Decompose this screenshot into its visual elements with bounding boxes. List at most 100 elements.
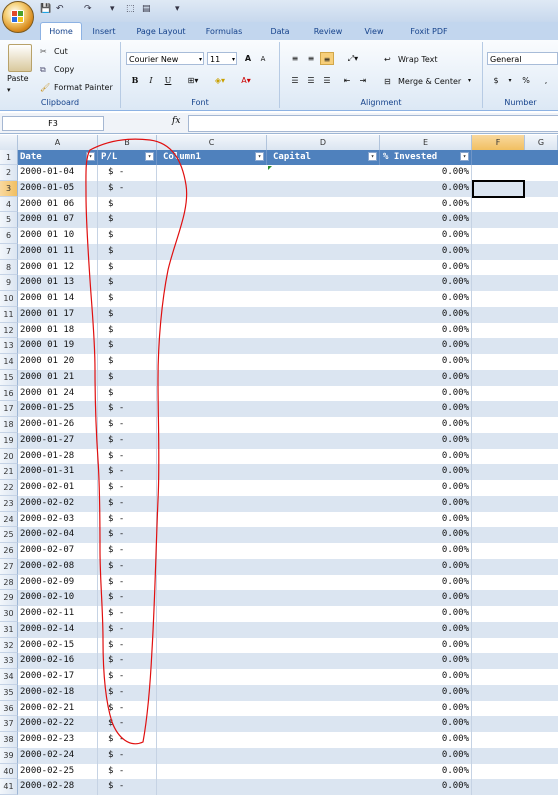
align-right-icon[interactable]: ☰ [320,74,334,87]
row-header[interactable]: 10 [0,291,18,307]
cell-date[interactable]: 2000 01 19 [18,338,98,354]
cell-pl[interactable]: $ - [98,401,157,417]
cell-date[interactable]: 2000-02-08 [18,558,98,575]
cell-pl[interactable]: $ - [98,779,157,795]
cell-invested[interactable]: 0.00% [380,747,472,764]
cell-pl[interactable]: $ - [98,590,157,606]
increase-indent-icon[interactable]: ⇥ [356,74,370,87]
cell-invested[interactable]: 0.00% [380,621,472,638]
tab-data[interactable]: Data [262,24,298,40]
paste-button[interactable]: Paste [7,74,29,83]
row-header[interactable]: 31 [0,621,18,638]
font-name-select[interactable]: Courier New [126,52,204,66]
row-header[interactable]: 28 [0,574,18,591]
column-header-b[interactable]: B [98,135,157,150]
cell-date[interactable]: 2000 01 17 [18,306,98,323]
selected-cell-f3[interactable] [472,179,525,198]
cell-date[interactable]: 2000-01-28 [18,448,98,465]
wrap-text-button[interactable]: Wrap Text [398,55,438,64]
cell-invested[interactable]: 0.00% [380,558,472,575]
merge-center-icon[interactable]: ⊟ [384,77,391,86]
header-column1[interactable]: Column1 ▾ [157,150,267,165]
select-all-corner[interactable] [0,135,18,150]
cell-date[interactable]: 2000 01 24 [18,385,98,402]
cell-pl[interactable]: $ - [98,558,157,575]
row-header[interactable]: 30 [0,606,18,622]
row-header[interactable]: 34 [0,669,18,685]
filter-dropdown-icon[interactable]: ▾ [145,152,154,161]
cell-pl[interactable]: $ [98,306,157,323]
cell-invested[interactable]: 0.00% [380,259,472,276]
cell-date[interactable]: 2000-02-14 [18,621,98,638]
office-button-icon[interactable] [2,1,34,33]
tab-home[interactable]: Home [40,22,82,41]
cell-pl[interactable]: $ [98,354,157,370]
filter-dropdown-icon[interactable]: ▾ [86,152,95,161]
cut-icon[interactable]: ✂ [40,47,47,56]
row-header[interactable]: 26 [0,543,18,559]
row-header[interactable]: 2 [0,165,18,181]
cell-pl[interactable]: $ - [98,464,157,480]
cell-invested[interactable]: 0.00% [380,606,472,622]
row-header[interactable]: 11 [0,306,18,323]
cell-invested[interactable]: 0.00% [380,669,472,685]
save-icon[interactable]: 💾 [40,4,51,14]
row-header[interactable]: 8 [0,259,18,276]
cell-invested[interactable]: 0.00% [380,653,472,669]
percent-button[interactable]: % [519,74,533,87]
row-header[interactable]: 32 [0,637,18,654]
cell-date[interactable]: 2000-02-15 [18,637,98,654]
cell-date[interactable]: 2000-01-26 [18,417,98,433]
row-header[interactable]: 25 [0,527,18,543]
column-header-g[interactable]: G [525,135,558,150]
cell-invested[interactable]: 0.00% [380,322,472,339]
redo-icon[interactable]: ↷ [84,4,92,14]
bold-button[interactable]: B [128,74,142,87]
currency-dropdown-icon[interactable]: ▾ [503,74,517,87]
align-left-icon[interactable]: ☰ [288,74,302,87]
row-header[interactable]: 39 [0,747,18,764]
align-center-icon[interactable]: ☰ [304,74,318,87]
row-header[interactable]: 5 [0,212,18,228]
row-header[interactable]: 36 [0,700,18,717]
cell-date[interactable]: 2000 01 18 [18,322,98,339]
cell-invested[interactable]: 0.00% [380,700,472,717]
cell-invested[interactable]: 0.00% [380,732,472,748]
cell-date[interactable]: 2000-02-24 [18,747,98,764]
underline-button[interactable]: U [161,74,175,87]
header-pl[interactable]: P/L ▾ [98,150,157,165]
cell-date[interactable]: 2000-02-04 [18,527,98,543]
cell-pl[interactable]: $ [98,212,157,228]
cell-date[interactable]: 2000-01-25 [18,401,98,417]
row-header[interactable]: 37 [0,716,18,732]
cell-pl[interactable]: $ [98,259,157,276]
cell-pl[interactable]: $ - [98,653,157,669]
row-header[interactable]: 14 [0,354,18,370]
cell-invested[interactable]: 0.00% [380,464,472,480]
cell-date[interactable]: 2000 01 07 [18,212,98,228]
cell-date[interactable]: 2000-02-17 [18,669,98,685]
tab-review[interactable]: Review [306,24,350,40]
align-top-icon[interactable]: ≡ [288,52,302,65]
cell-date[interactable]: 2000-02-28 [18,779,98,795]
quick-access-more-icon[interactable]: ▤ [142,4,151,14]
italic-button[interactable]: I [144,74,158,87]
shrink-font-button[interactable]: A [256,53,270,66]
cell-invested[interactable]: 0.00% [380,165,472,181]
cell-date[interactable]: 2000-02-21 [18,700,98,717]
cell-invested[interactable]: 0.00% [380,354,472,370]
row-header[interactable]: 7 [0,243,18,260]
cell-pl[interactable]: $ [98,196,157,213]
cell-pl[interactable]: $ [98,275,157,291]
cell-pl[interactable]: $ [98,243,157,260]
cell-pl[interactable]: $ - [98,543,157,559]
cell-invested[interactable]: 0.00% [380,527,472,543]
format-painter-icon[interactable]: 🖌 [40,83,50,92]
cell-date[interactable]: 2000-01-27 [18,432,98,449]
cell-invested[interactable]: 0.00% [380,495,472,512]
cell-pl[interactable]: $ - [98,511,157,528]
cell-invested[interactable]: 0.00% [380,763,472,780]
cell-pl[interactable]: $ [98,369,157,386]
format-painter-button[interactable]: Format Painter [54,83,113,92]
cell-pl[interactable]: $ - [98,684,157,701]
